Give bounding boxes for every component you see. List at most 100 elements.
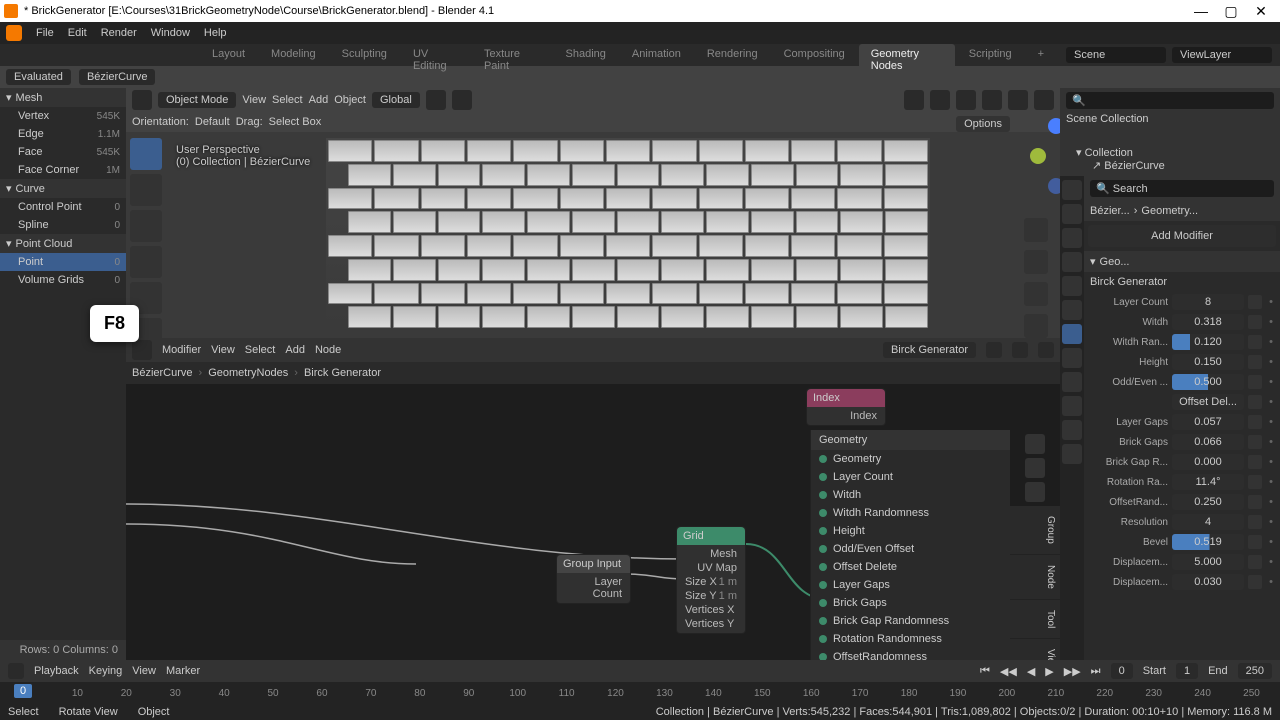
tab-shading[interactable]: Shading bbox=[554, 44, 618, 66]
chevron-down-icon[interactable] bbox=[1025, 482, 1045, 502]
link-icon[interactable] bbox=[1248, 415, 1262, 429]
property-value[interactable]: 0.150 bbox=[1172, 354, 1244, 370]
node-menu-modifier[interactable]: Modifier bbox=[162, 344, 201, 356]
group-input-item[interactable]: Witdh bbox=[811, 486, 1010, 504]
zoom-icon[interactable] bbox=[1024, 218, 1048, 242]
vtab-tool[interactable]: Tool bbox=[1010, 600, 1060, 639]
property-value[interactable]: 0.000 bbox=[1172, 454, 1244, 470]
property-value[interactable]: 0.030 bbox=[1172, 574, 1244, 590]
add-modifier-button[interactable]: Add Modifier bbox=[1088, 225, 1276, 247]
node-editor[interactable]: Modifier View Select Add Node Birck Gene… bbox=[126, 338, 1060, 660]
minimize-button[interactable]: — bbox=[1186, 3, 1216, 19]
keyframe-icon[interactable]: • bbox=[1266, 456, 1276, 468]
link-icon[interactable] bbox=[1248, 435, 1262, 449]
maximize-button[interactable]: ▢ bbox=[1216, 3, 1246, 20]
spreadsheet-object[interactable]: BézierCurve bbox=[79, 69, 156, 85]
property-value[interactable]: 5.000 bbox=[1172, 554, 1244, 570]
close-group-icon[interactable] bbox=[1038, 342, 1054, 358]
group-input-item[interactable]: Witdh Randomness bbox=[811, 504, 1010, 522]
pan-icon[interactable] bbox=[1024, 250, 1048, 274]
collection-item[interactable]: ▾ Collection bbox=[1064, 146, 1276, 159]
tree-item[interactable]: Face545K bbox=[0, 143, 126, 161]
vp-menu-view[interactable]: View bbox=[242, 94, 266, 106]
minus-icon[interactable] bbox=[1025, 458, 1045, 478]
group-input-item[interactable]: Layer Gaps bbox=[811, 576, 1010, 594]
props-search[interactable]: 🔍 Search bbox=[1090, 180, 1274, 197]
orient-default[interactable]: Default bbox=[195, 116, 230, 128]
play-reverse-icon[interactable]: ◀ bbox=[1027, 665, 1035, 678]
crumb-obj[interactable]: Bézier... bbox=[1090, 205, 1130, 217]
keyframe-icon[interactable]: • bbox=[1266, 376, 1276, 388]
group-input-item[interactable]: OffsetRandomness bbox=[811, 648, 1010, 660]
tab-layout[interactable]: Layout bbox=[200, 44, 257, 66]
tree-group[interactable]: ▾ Point Cloud bbox=[0, 234, 126, 253]
socket-layer-count[interactable]: Layer Count bbox=[561, 575, 626, 601]
modifier-header[interactable]: ▾ Geo... bbox=[1084, 251, 1280, 272]
shield-icon[interactable] bbox=[1012, 342, 1028, 358]
tl-view[interactable]: View bbox=[132, 665, 156, 677]
tab-texture[interactable]: Texture Paint bbox=[472, 44, 552, 66]
move-tool[interactable] bbox=[130, 138, 162, 170]
plus-icon[interactable] bbox=[1025, 434, 1045, 454]
vtab-node[interactable]: Node bbox=[1010, 555, 1060, 600]
property-value[interactable]: 0.500 bbox=[1172, 374, 1244, 390]
jump-start-icon[interactable]: ⏮ bbox=[980, 665, 990, 678]
keyframe-icon[interactable]: • bbox=[1266, 436, 1276, 448]
socket-in[interactable]: Vertices X bbox=[681, 603, 741, 617]
link-icon[interactable] bbox=[1248, 315, 1262, 329]
keyframe-icon[interactable]: • bbox=[1266, 576, 1276, 588]
tree-item[interactable]: Edge1.1M bbox=[0, 125, 126, 143]
editor-type-icon[interactable] bbox=[132, 90, 152, 110]
menu-file[interactable]: File bbox=[36, 27, 54, 39]
orientation-dropdown[interactable]: Global bbox=[372, 92, 420, 108]
tab-sculpting[interactable]: Sculpting bbox=[330, 44, 399, 66]
options-button[interactable]: Options bbox=[956, 116, 1010, 132]
modifier-name[interactable]: Birck Generator bbox=[1090, 276, 1167, 288]
property-value[interactable]: 0.250 bbox=[1172, 494, 1244, 510]
transform-tool[interactable] bbox=[130, 246, 162, 278]
link-icon[interactable] bbox=[1248, 475, 1262, 489]
link-icon[interactable] bbox=[1248, 355, 1262, 369]
keyframe-icon[interactable]: • bbox=[1266, 356, 1276, 368]
tree-group[interactable]: ▾ Curve bbox=[0, 179, 126, 198]
scale-tool[interactable] bbox=[130, 210, 162, 242]
crumb-modifier[interactable]: GeometryNodes bbox=[208, 367, 288, 379]
vp-menu-add[interactable]: Add bbox=[309, 94, 329, 106]
node-menu-view[interactable]: View bbox=[211, 344, 235, 356]
property-value[interactable]: 0.120 bbox=[1172, 334, 1244, 350]
perspective-icon[interactable] bbox=[1024, 314, 1048, 338]
socket-in[interactable]: Vertices Y bbox=[681, 617, 741, 631]
material-tab-icon[interactable] bbox=[1062, 444, 1082, 464]
group-input-item[interactable]: Geometry bbox=[811, 450, 1010, 468]
timeline-ruler[interactable]: 0 01020304050607080901001101201301401501… bbox=[0, 682, 1280, 704]
shading-solid-icon[interactable] bbox=[982, 90, 1002, 110]
tl-keying[interactable]: Keying bbox=[89, 665, 123, 677]
viewlayer-field[interactable]: ViewLayer bbox=[1172, 47, 1272, 63]
property-value[interactable]: 11.4° bbox=[1172, 474, 1244, 490]
proportional-icon[interactable] bbox=[452, 90, 472, 110]
link-icon[interactable] bbox=[1248, 515, 1262, 529]
physics-tab-icon[interactable] bbox=[1062, 372, 1082, 392]
socket-out[interactable]: Mesh bbox=[681, 547, 741, 561]
render-tab-icon[interactable] bbox=[1062, 180, 1082, 200]
pin-icon[interactable] bbox=[986, 342, 1002, 358]
tl-marker[interactable]: Marker bbox=[166, 665, 200, 677]
menu-edit[interactable]: Edit bbox=[68, 27, 87, 39]
tl-playback[interactable]: Playback bbox=[34, 665, 79, 677]
timeline-editor-icon[interactable] bbox=[8, 663, 24, 679]
keyframe-icon[interactable]: • bbox=[1266, 516, 1276, 528]
tab-scripting[interactable]: Scripting bbox=[957, 44, 1024, 66]
tree-item[interactable]: Point0 bbox=[0, 253, 126, 271]
current-frame[interactable]: 0 bbox=[1111, 663, 1133, 679]
keyframe-icon[interactable]: • bbox=[1266, 336, 1276, 348]
overlays-icon[interactable] bbox=[904, 90, 924, 110]
keyframe-icon[interactable]: • bbox=[1266, 496, 1276, 508]
node-menu-add[interactable]: Add bbox=[285, 344, 305, 356]
link-icon[interactable] bbox=[1248, 335, 1262, 349]
tree-item[interactable]: Face Corner1M bbox=[0, 161, 126, 179]
xray-icon[interactable] bbox=[930, 90, 950, 110]
mode-dropdown[interactable]: Object Mode bbox=[158, 92, 236, 108]
spreadsheet-mode[interactable]: Evaluated bbox=[6, 69, 71, 85]
link-icon[interactable] bbox=[1248, 295, 1262, 309]
close-button[interactable]: ✕ bbox=[1246, 3, 1276, 20]
